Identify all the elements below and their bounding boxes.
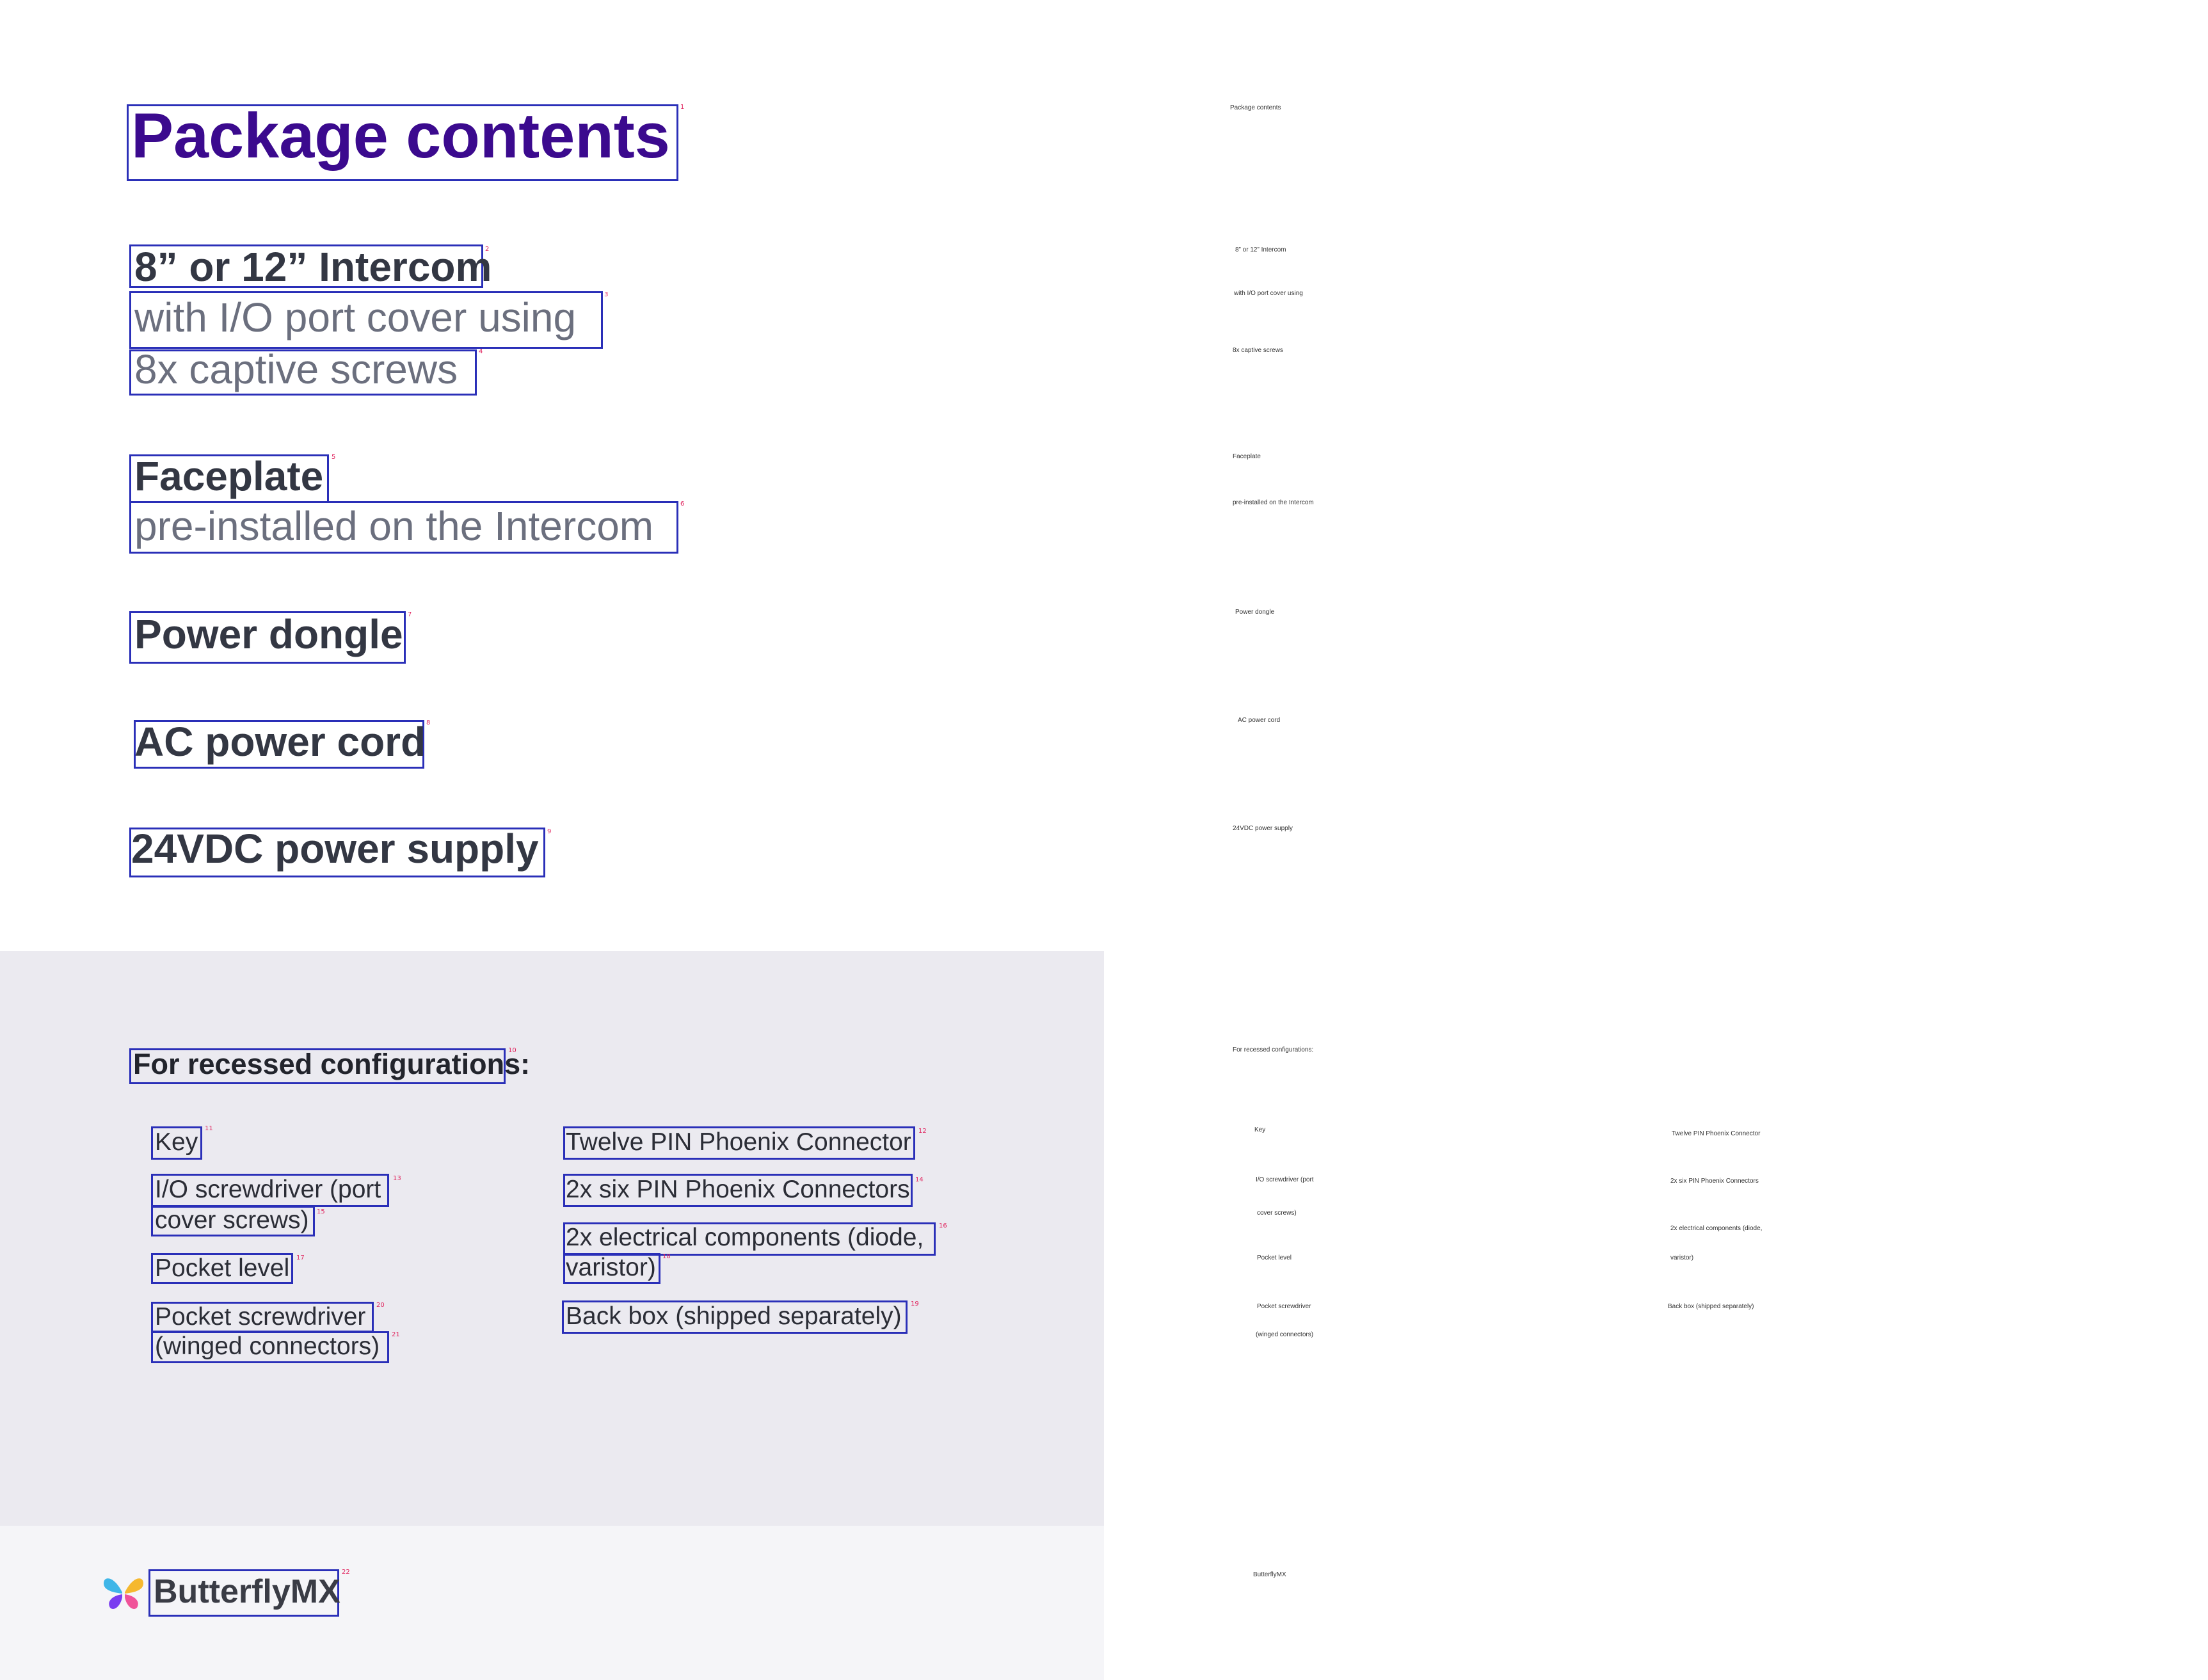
recessed-item-key: Key [155, 1128, 198, 1156]
annotation-number: 15 [317, 1208, 325, 1215]
mini-intercom: 8” or 12” Intercom [1235, 246, 1286, 253]
item-intercom-line1: with I/O port cover using [134, 294, 577, 340]
mini-pocket-level: Pocket level [1257, 1254, 1292, 1261]
recessed-item-six-pin: 2x six PIN Phoenix Connectors [566, 1176, 910, 1203]
annotation-number: 14 [915, 1176, 924, 1183]
item-power-supply-title: 24VDC power supply [131, 826, 539, 872]
recessed-item-pocket-driver-1: Pocket screwdriver [155, 1303, 366, 1331]
mini-key: Key [1254, 1126, 1266, 1133]
mini-intercom-2: 8x captive screws [1233, 347, 1283, 354]
recessed-item-electrical-2: varistor) [566, 1254, 656, 1281]
item-faceplate-title: Faceplate [134, 453, 324, 499]
mini-io-2: cover screws) [1257, 1210, 1297, 1217]
recessed-item-io-driver-1: I/O screwdriver (port [155, 1176, 381, 1203]
recessed-item-io-driver-2: cover screws) [155, 1206, 309, 1234]
annotation-number: 17 [296, 1254, 305, 1261]
annotation-number: 21 [392, 1331, 400, 1338]
mini-pocket-driver-1: Pocket screwdriver [1257, 1303, 1311, 1310]
mini-recessed: For recessed configurations: [1233, 1046, 1314, 1053]
mini-electrical-2: varistor) [1670, 1254, 1694, 1261]
mini-ac-cord: AC power cord [1238, 717, 1281, 724]
mini-six-pin: 2x six PIN Phoenix Connectors [1670, 1178, 1759, 1185]
annotation-number: 22 [342, 1569, 350, 1576]
mini-power-dongle: Power dongle [1235, 609, 1275, 616]
mini-faceplate: Faceplate [1233, 453, 1261, 460]
annotation-number: 2 [485, 246, 490, 253]
mini-title: Package contents [1230, 104, 1281, 111]
annotation-number: 9 [547, 828, 552, 835]
annotation-number: 5 [332, 454, 336, 461]
annotation-number: 1 [680, 104, 685, 111]
annotation-number: 20 [376, 1302, 385, 1309]
mini-faceplate-1: pre-installed on the Intercom [1233, 499, 1314, 506]
annotation-number: 11 [205, 1125, 213, 1132]
annotation-number: 10 [508, 1047, 516, 1054]
mini-back-box: Back box (shipped separately) [1668, 1303, 1754, 1310]
mini-pocket-driver-2: (winged connectors) [1256, 1331, 1314, 1338]
brand-name: ButterflyMX [154, 1573, 340, 1610]
item-power-dongle-title: Power dongle [134, 611, 403, 657]
item-intercom-title: 8” or 12” Intercom [134, 244, 492, 290]
annotation-number: 19 [911, 1300, 919, 1308]
annotation-number: 8 [426, 719, 431, 726]
mini-io-1: I/O screwdriver (port [1256, 1176, 1314, 1183]
recessed-item-twelve-pin: Twelve PIN Phoenix Connector [566, 1128, 911, 1156]
recessed-item-electrical-1: 2x electrical components (diode, [566, 1224, 924, 1251]
recessed-title: For recessed configurations: [133, 1048, 531, 1080]
recessed-section-background [0, 951, 1104, 1526]
annotation-number: 13 [393, 1175, 401, 1182]
item-ac-cord-title: AC power cord [134, 719, 426, 765]
recessed-item-back-box: Back box (shipped separately) [566, 1302, 902, 1330]
annotation-number: 12 [918, 1128, 927, 1135]
mini-power-supply: 24VDC power supply [1233, 825, 1293, 832]
annotation-number: 16 [939, 1222, 947, 1229]
item-faceplate-line1: pre-installed on the Intercom [134, 503, 654, 549]
mini-electrical-1: 2x electrical components (diode, [1670, 1225, 1763, 1232]
item-intercom-line2: 8x captive screws [134, 346, 458, 392]
annotation-number: 3 [604, 291, 609, 298]
mini-twelve-pin: Twelve PIN Phoenix Connector [1672, 1130, 1761, 1137]
annotation-number: 6 [680, 500, 685, 508]
butterfly-logo-icon [104, 1578, 143, 1610]
page-title: Package contents [131, 100, 670, 171]
annotation-number: 7 [408, 611, 412, 618]
mini-brand: ButterflyMX [1253, 1571, 1286, 1578]
mini-intercom-1: with I/O port cover using [1234, 290, 1303, 297]
recessed-item-pocket-driver-2: (winged connectors) [155, 1332, 380, 1360]
annotation-number: 4 [479, 348, 483, 355]
annotation-number: 18 [662, 1253, 671, 1260]
recessed-item-pocket-level: Pocket level [155, 1254, 290, 1282]
